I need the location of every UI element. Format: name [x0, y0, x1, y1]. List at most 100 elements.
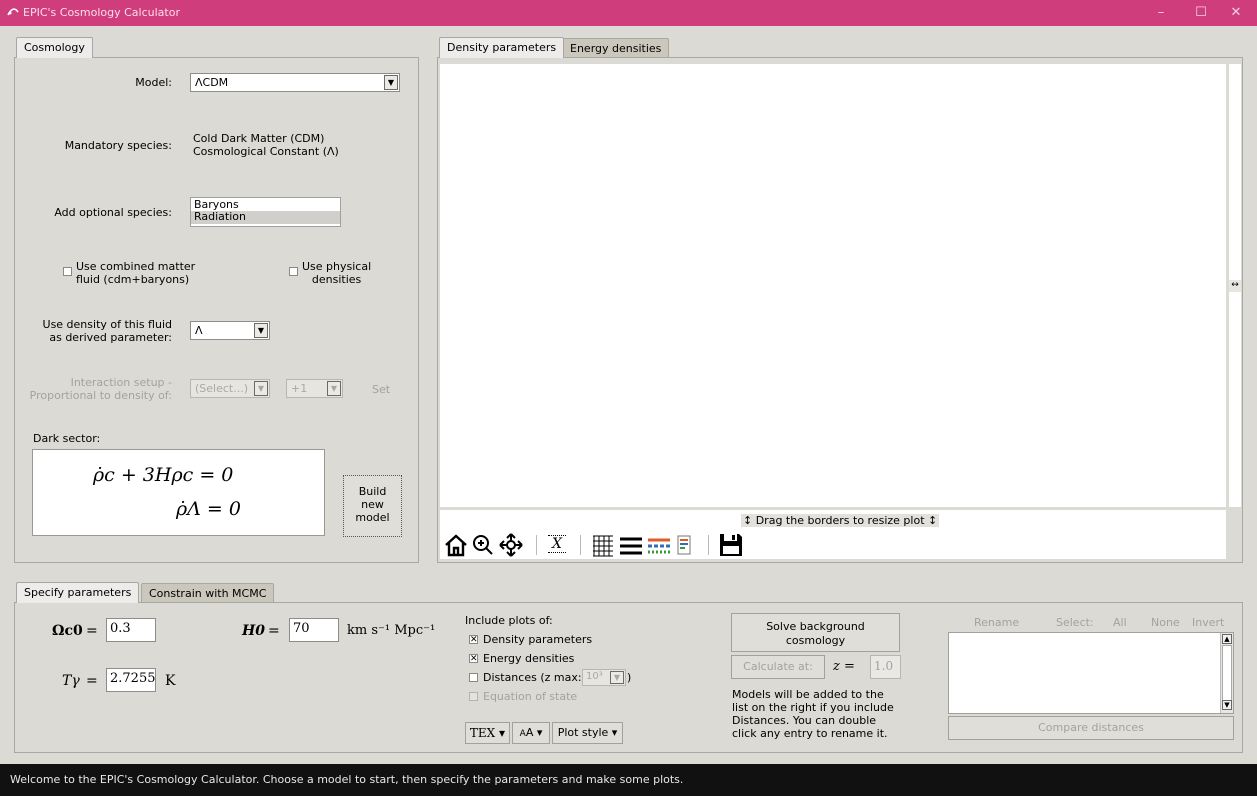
resize-hint[interactable]: ↕ Drag the borders to resize plot ↕: [741, 514, 940, 527]
derived-parameter-label: Use density of this fluid as derived para…: [20, 318, 172, 344]
mandatory-species-2: Cosmological Constant (Λ): [193, 145, 339, 158]
h0-unit: km s⁻¹ Mpc⁻¹: [347, 623, 436, 638]
x-tool-label: X: [548, 535, 566, 553]
combined-matter-label: Use combined matter fluid (cdm+baryons): [76, 260, 195, 286]
h0-label: H0: [242, 623, 265, 639]
physical-densities-label-1: Use physical: [302, 260, 372, 273]
tab-energy-densities[interactable]: Energy densities: [562, 38, 670, 58]
omega-label: Ωc0: [52, 623, 83, 639]
note-line-4: click any entry to rename it.: [732, 727, 888, 740]
combined-matter-checkbox[interactable]: [63, 267, 72, 276]
energy-densities-label: Energy densities: [483, 652, 575, 665]
model-value: ΛCDM: [195, 76, 229, 89]
interaction-set-button[interactable]: Set: [372, 383, 390, 396]
scroll-down-icon[interactable]: ▼: [1222, 700, 1232, 710]
model-label: Model:: [135, 76, 172, 89]
select-invert-button[interactable]: Invert: [1192, 616, 1224, 629]
dark-sector-label: Dark sector:: [33, 432, 101, 445]
density-parameters-label: Density parameters: [483, 633, 593, 646]
z-input[interactable]: 1.0: [870, 655, 901, 679]
distances-checkbox[interactable]: [469, 673, 478, 682]
pan-icon[interactable]: [498, 531, 524, 559]
tab-cosmology[interactable]: Cosmology: [16, 37, 93, 58]
build-line-1: Build: [358, 485, 387, 498]
equation-cdm: ρ̇c + 3Hρc = 0: [93, 464, 234, 486]
interaction-label: Interaction setup - Proportional to densi…: [20, 376, 172, 402]
interaction-fluid-value: (Select...): [195, 382, 249, 395]
save-icon[interactable]: [718, 531, 744, 559]
mandatory-species-label: Mandatory species:: [64, 139, 172, 152]
plot-style-button[interactable]: Plot style ▾: [552, 722, 623, 744]
derived-label-1: Use density of this fluid: [42, 318, 172, 331]
interaction-sign-value: +1: [291, 382, 308, 395]
combined-matter-label-2: fluid (cdm+baryons): [76, 273, 190, 286]
z-label: z =: [833, 659, 855, 674]
minimize-button[interactable]: –: [1146, 3, 1176, 23]
rename-button[interactable]: Rename: [974, 616, 1019, 629]
title-bar: EPIC's Cosmology Calculator – ☐ ✕: [0, 0, 1257, 26]
equation-lambda: ρ̇Λ = 0: [176, 498, 241, 520]
select-none-button[interactable]: None: [1151, 616, 1180, 629]
plot-canvas[interactable]: [440, 64, 1226, 507]
scroll-up-icon[interactable]: ▲: [1222, 634, 1232, 644]
list-item-radiation[interactable]: Radiation: [191, 211, 340, 224]
distances-label: Distances (z max:: [483, 671, 582, 684]
interaction-fluid-select[interactable]: (Select...) ▼: [190, 379, 270, 398]
calculate-at-button[interactable]: Calculate at:: [731, 655, 825, 679]
horizontal-resize-handle[interactable]: ↔: [1229, 280, 1241, 292]
zoom-icon[interactable]: [470, 531, 496, 559]
physical-densities-checkbox[interactable]: [289, 267, 298, 276]
tab-specify-parameters[interactable]: Specify parameters: [16, 582, 140, 603]
legend-icon[interactable]: [673, 531, 699, 559]
select-all-button[interactable]: All: [1113, 616, 1127, 629]
physical-densities-label: Use physical densities: [302, 260, 371, 286]
note-line-3: Distances. You can double: [732, 714, 877, 727]
optional-species-list[interactable]: Baryons Radiation: [190, 197, 341, 227]
models-note: Models will be added to the list on the …: [732, 688, 894, 740]
chevron-down-icon: ▼: [610, 671, 624, 684]
model-select[interactable]: ΛCDM ▼: [190, 73, 400, 92]
build-line-2: new: [361, 498, 384, 511]
h0-equals: =: [268, 623, 280, 639]
density-parameters-checkbox[interactable]: ✕: [469, 635, 478, 645]
x-axis-scale-tool[interactable]: X: [544, 531, 570, 559]
dark-sector-equations: ρ̇c + 3Hρc = 0 ρ̇Λ = 0: [32, 449, 325, 536]
solve-background-button[interactable]: Solve background cosmology: [731, 613, 900, 652]
close-button[interactable]: ✕: [1221, 3, 1251, 23]
optional-species-label: Add optional species:: [54, 206, 172, 219]
zmax-select[interactable]: 10³ ▼: [582, 669, 626, 686]
compare-distances-button[interactable]: Compare distances: [948, 716, 1234, 740]
scroll-thumb[interactable]: [1222, 645, 1232, 701]
font-size-label: A ▾: [525, 726, 543, 739]
models-list[interactable]: [948, 632, 1234, 714]
h0-input[interactable]: 70: [289, 618, 339, 642]
lines-icon[interactable]: [618, 531, 644, 559]
tab-mcmc[interactable]: Constrain with MCMC: [141, 583, 275, 603]
equation-of-state-label: Equation of state: [483, 690, 578, 703]
tab-density-parameters[interactable]: Density parameters: [439, 37, 565, 58]
interaction-label-1: Interaction setup -: [70, 376, 172, 389]
status-bar: Welcome to the EPIC's Cosmology Calculat…: [0, 764, 1257, 796]
maximize-button[interactable]: ☐: [1186, 3, 1216, 23]
line-styles-icon[interactable]: [646, 531, 672, 559]
energy-densities-checkbox[interactable]: ✕: [469, 654, 478, 664]
build-line-3: model: [355, 511, 390, 524]
chevron-down-icon: ▼: [254, 323, 268, 338]
build-new-model-button[interactable]: Build new model: [343, 475, 402, 537]
interaction-sign-select[interactable]: +1 ▼: [286, 379, 343, 398]
chevron-down-icon: ▼: [384, 75, 398, 90]
tgamma-unit: K: [165, 673, 176, 689]
chevron-down-icon: ▼: [254, 381, 268, 396]
omega-input[interactable]: 0.3: [106, 618, 156, 642]
font-size-button[interactable]: AA ▾: [512, 722, 550, 744]
tgamma-input[interactable]: 2.7255: [106, 668, 156, 692]
toolbar-divider: [708, 535, 709, 555]
models-list-scrollbar[interactable]: ▲ ▼: [1220, 633, 1233, 713]
equation-of-state-checkbox[interactable]: [469, 692, 478, 701]
distances-close-paren: ): [627, 671, 632, 684]
derived-fluid-select[interactable]: Λ ▼: [190, 321, 270, 340]
derived-fluid-value: Λ: [195, 324, 203, 337]
tex-menu-button[interactable]: TEX ▾: [465, 722, 510, 744]
grid-icon[interactable]: [590, 531, 616, 559]
home-icon[interactable]: [443, 531, 469, 559]
